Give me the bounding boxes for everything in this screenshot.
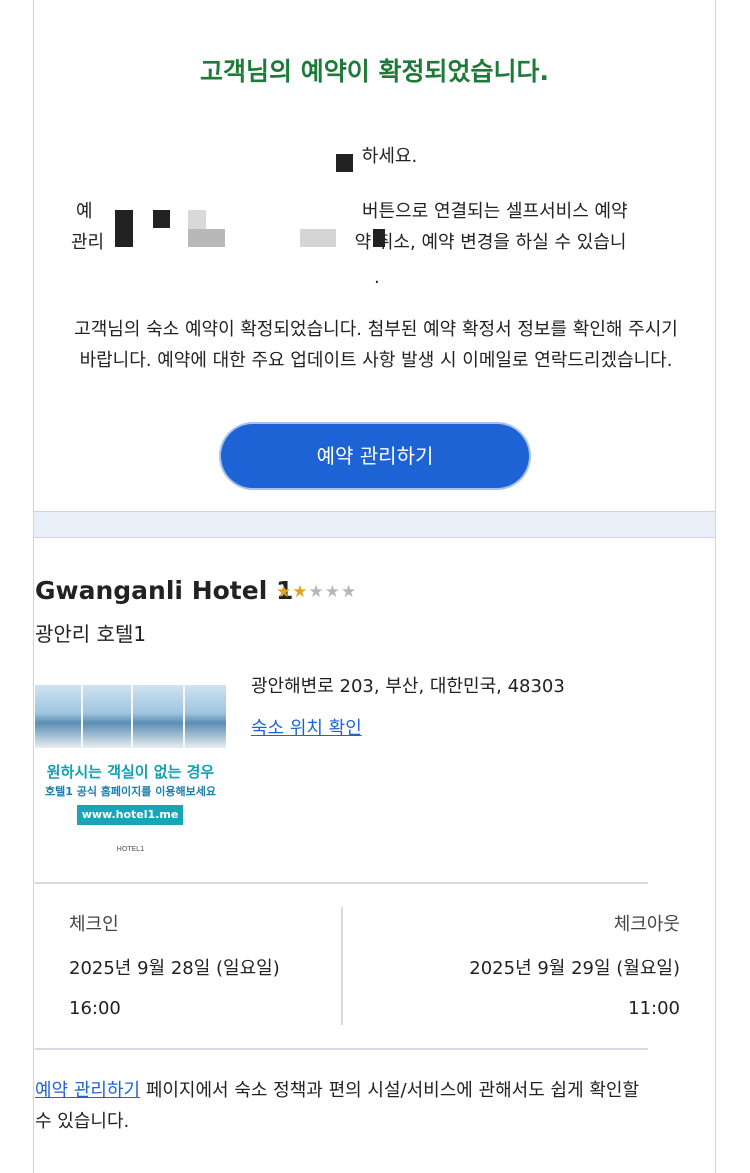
greeting-line: 하세요. xyxy=(34,141,715,172)
footer-note: 예약 관리하기 페이지에서 숙소 정책과 편의 시설/서비스에 관해서도 쉽게 … xyxy=(35,1075,648,1137)
section-divider xyxy=(33,512,716,537)
divider xyxy=(35,1048,648,1050)
hotel-image: 원하시는 객실이 없는 경우 호텔1 공식 홈페이지를 이용해보세요 www.h… xyxy=(35,685,226,860)
redaction-block xyxy=(153,210,170,228)
confirmation-message: 고객님의 숙소 예약이 확정되었습니다. 첨부된 예약 확정서 정보를 확인해 … xyxy=(74,319,678,371)
self-service-line3: . xyxy=(374,267,380,288)
confirmation-card: 고객님의 예약이 확정되었습니다. 하세요. 예 버튼으로 연결되는 셀프서비스… xyxy=(33,0,716,512)
self-service-text-2a: 관리 xyxy=(71,232,105,253)
stay-divider xyxy=(341,907,343,1025)
hotel-ad-headline: 원하시는 객실이 없는 경우 xyxy=(46,763,215,781)
checkout-time: 11:00 xyxy=(628,998,680,1019)
hotel-subtitle: 광안리 호텔1 xyxy=(35,622,147,646)
self-service-text-2b: 약 취소, 예약 변경을 하실 수 있습니 xyxy=(354,232,627,253)
star-icon: ★ xyxy=(308,582,325,602)
self-service-text-1b: 버튼으로 연결되는 셀프서비스 예약 xyxy=(362,201,628,222)
redaction-block xyxy=(300,229,336,247)
redaction-block xyxy=(373,229,385,247)
checkout-date: 2025년 9월 29일 (월요일) xyxy=(469,958,680,979)
footer-manage-link[interactable]: 예약 관리하기 xyxy=(35,1080,140,1101)
hotel-ad-subline: 호텔1 공식 홈페이지를 이용해보세요 xyxy=(45,785,216,798)
hotel-name: Gwanganli Hotel 1 xyxy=(35,576,294,605)
redaction-block xyxy=(188,229,225,247)
star-icon: ★ xyxy=(276,582,293,602)
checkin-label: 체크인 xyxy=(69,914,119,935)
checkin-date: 2025년 9월 28일 (일요일) xyxy=(69,958,280,979)
manage-booking-button[interactable]: 예약 관리하기 xyxy=(221,424,529,488)
star-icon: ★ xyxy=(324,582,341,602)
redaction-block xyxy=(115,210,133,247)
hotel-location-link[interactable]: 숙소 위치 확인 xyxy=(251,714,362,740)
divider xyxy=(35,882,648,884)
hotel-logo: HOTEL1 xyxy=(116,845,145,853)
star-icon: ★ xyxy=(341,582,358,602)
hotel-address: 광안해변로 203, 부산, 대한민국, 48303 xyxy=(251,676,565,697)
redaction-block xyxy=(336,154,353,172)
hotel-ad-url: www.hotel1.me xyxy=(77,805,183,825)
star-icon: ★ xyxy=(292,582,309,602)
redaction-block xyxy=(188,210,206,229)
checkin-time: 16:00 xyxy=(69,998,121,1019)
confirmation-headline: 고객님의 예약이 확정되었습니다. xyxy=(200,57,549,86)
self-service-text-1a: 예 xyxy=(76,201,93,222)
checkout-label: 체크아웃 xyxy=(613,914,680,935)
star-rating: ★★★★★ xyxy=(276,582,357,602)
greeting-text: 하세요. xyxy=(361,146,418,167)
